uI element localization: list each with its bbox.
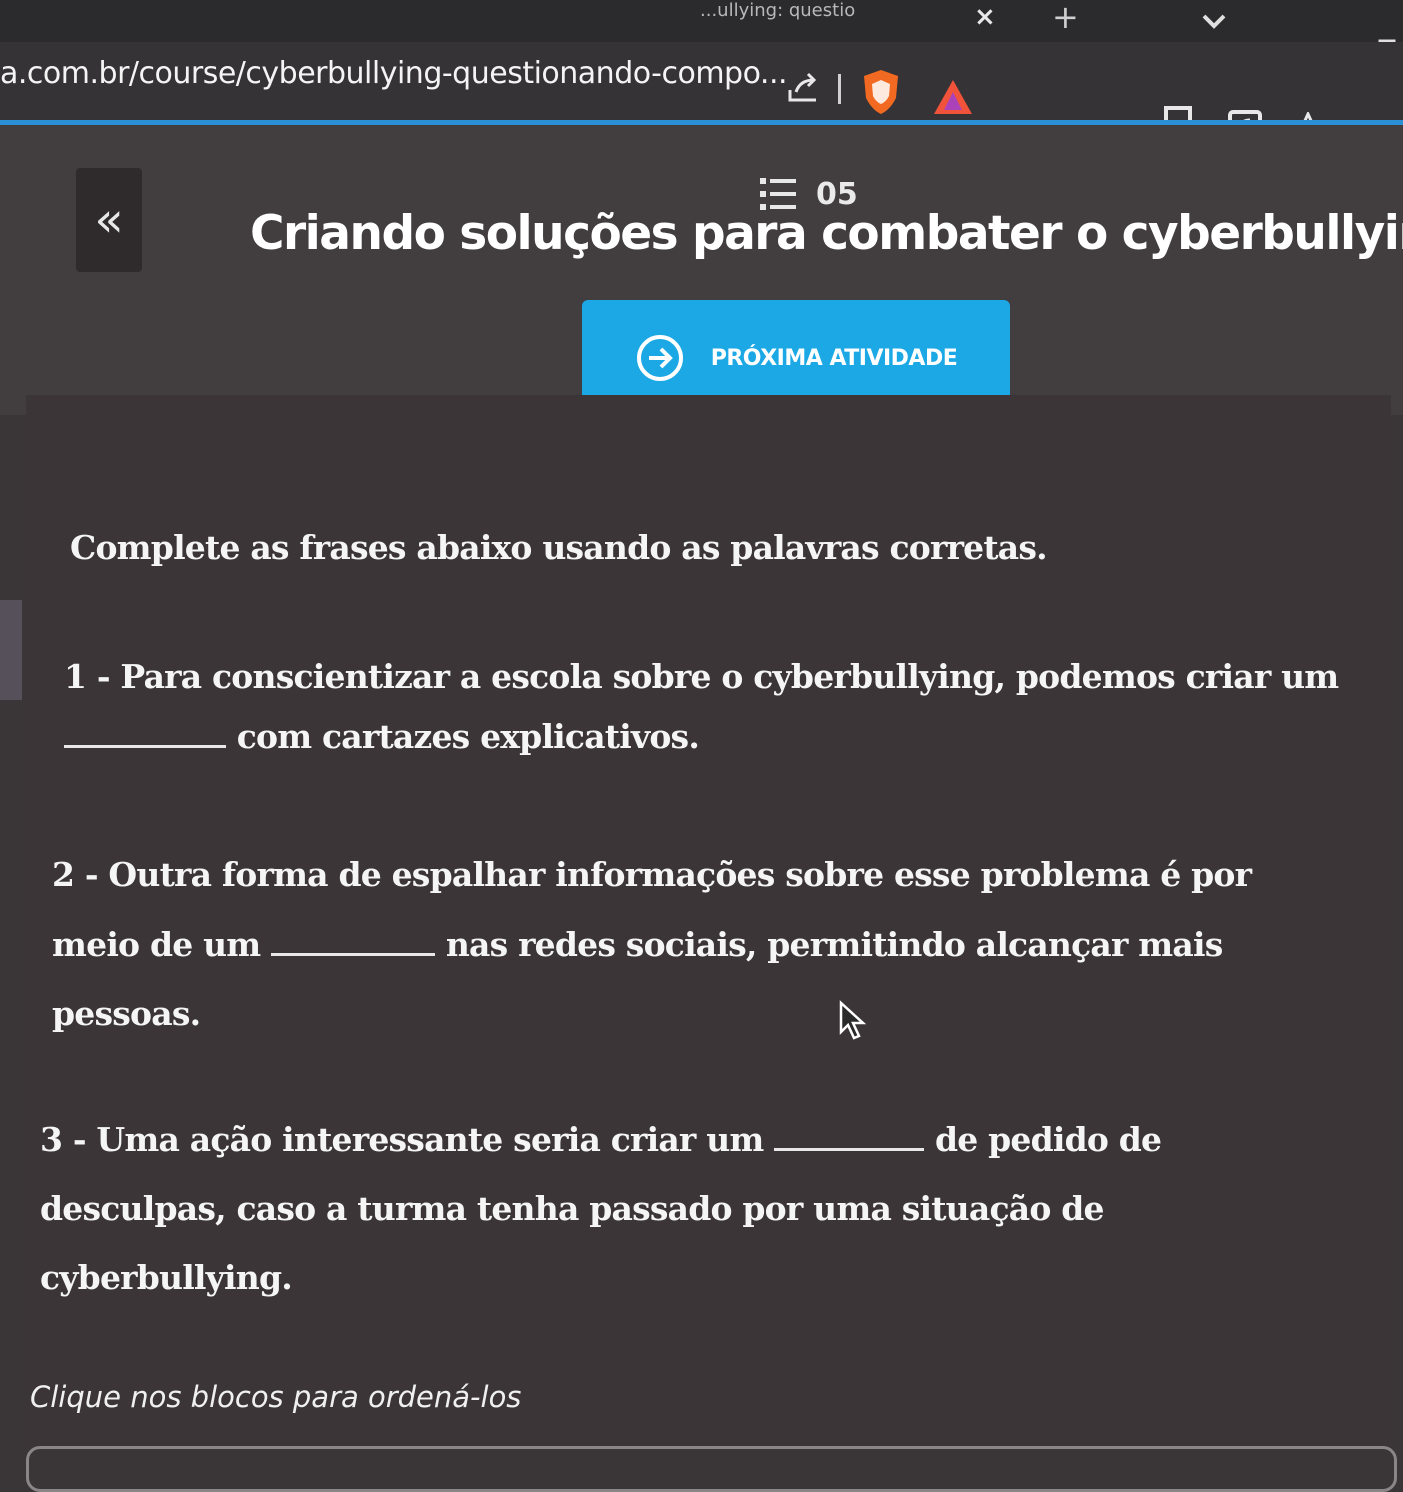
address-divider bbox=[838, 74, 841, 104]
question-3-text-mid: desculpas, caso a turma tenha passado po… bbox=[40, 1189, 1105, 1228]
back-button[interactable]: « bbox=[76, 168, 142, 272]
question-1-blank[interactable] bbox=[64, 719, 226, 748]
question-1-text-end: com cartazes explicativos. bbox=[236, 717, 700, 756]
url-field[interactable]: a.com.br/course/cyberbullying-questionan… bbox=[0, 56, 788, 91]
arrow-right-circle-icon bbox=[636, 335, 683, 381]
next-activity-label: PRÓXIMA ATIVIDADE bbox=[710, 345, 958, 371]
question-2-text-before: meio de um bbox=[52, 925, 261, 964]
instruction-text: Complete as frases abaixo usando as pala… bbox=[70, 528, 1048, 567]
question-3-text-after: de pedido de bbox=[934, 1120, 1162, 1159]
question-2-text-end: pessoas. bbox=[52, 994, 201, 1033]
question-2: 2 - Outra forma de espalhar informações … bbox=[52, 855, 1252, 1033]
question-2-blank[interactable] bbox=[271, 927, 436, 956]
question-1: 1 - Para conscientizar a escola sobre o … bbox=[64, 657, 1339, 756]
question-3-text-before: 3 - Uma ação interessante seria criar um bbox=[40, 1120, 764, 1159]
word-blocks-area[interactable] bbox=[26, 1446, 1397, 1492]
question-3-text-end: cyberbullying. bbox=[40, 1258, 293, 1297]
tab-close-icon[interactable]: × bbox=[974, 2, 996, 32]
question-2-text: 2 - Outra forma de espalhar informações … bbox=[52, 855, 1252, 894]
brave-shield-icon[interactable] bbox=[860, 68, 902, 116]
question-3-blank[interactable] bbox=[774, 1122, 925, 1151]
new-tab-button[interactable]: + bbox=[1052, 0, 1079, 36]
left-edge-strip bbox=[0, 600, 22, 700]
tab-title[interactable]: ...ullying: questio bbox=[700, 0, 855, 21]
question-3: 3 - Uma ação interessante seria criar um… bbox=[40, 1120, 1162, 1297]
page-title: Criando soluções para combater o cyberbu… bbox=[250, 206, 1403, 261]
question-1-text: 1 - Para conscientizar a escola sobre o … bbox=[64, 657, 1339, 696]
brave-rewards-icon[interactable] bbox=[932, 78, 974, 116]
tab-bar: ...ullying: questio × + bbox=[0, 0, 1403, 57]
share-icon[interactable] bbox=[786, 72, 822, 104]
mouse-cursor-icon bbox=[839, 1000, 867, 1040]
ordering-hint: Clique nos blocos para ordená-los bbox=[30, 1380, 522, 1414]
tab-list-chevron-icon[interactable] bbox=[1200, 12, 1228, 38]
question-2-text-after: nas redes sociais, permitindo alcançar m… bbox=[445, 925, 1223, 964]
